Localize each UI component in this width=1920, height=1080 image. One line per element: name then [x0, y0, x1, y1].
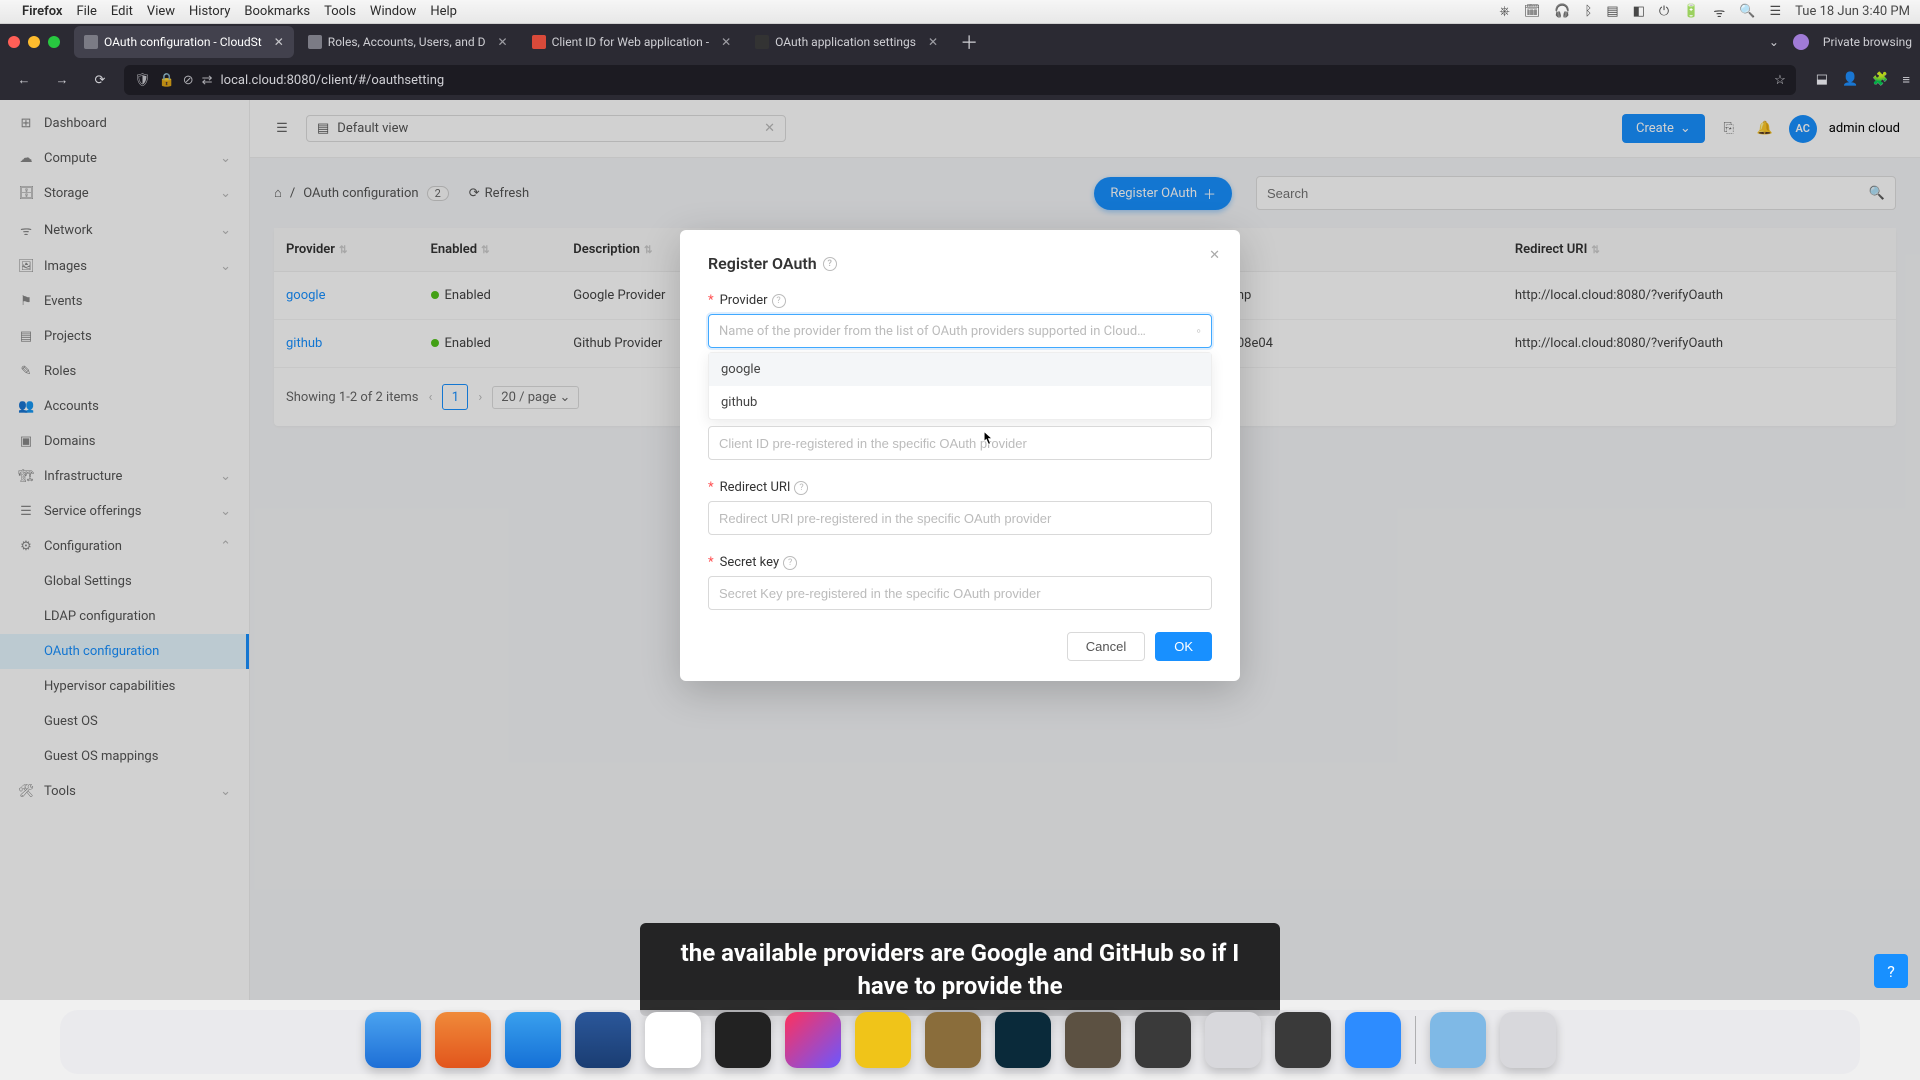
url-text: local.cloud:8080/client/#/oauthsetting [221, 73, 445, 88]
register-oauth-modal: Register OAuth ? ✕ *Provider? Name of th… [680, 230, 1240, 681]
dock-app-word[interactable] [575, 1012, 631, 1068]
dock-app-slack[interactable] [645, 1012, 701, 1068]
cancel-button[interactable]: Cancel [1067, 632, 1145, 661]
ok-button[interactable]: OK [1155, 632, 1212, 661]
status-icon[interactable]: ▤ [1606, 4, 1618, 19]
tab-overflow-icon[interactable]: ⌄ [1769, 35, 1779, 49]
info-icon[interactable]: ? [823, 257, 837, 271]
clear-icon[interactable]: ◦ [1196, 323, 1201, 339]
browser-tab[interactable]: Roles, Accounts, Users, and D ✕ [298, 26, 518, 58]
private-mask-icon [1793, 34, 1809, 50]
dock-app[interactable] [435, 1012, 491, 1068]
dock-downloads[interactable] [1430, 1012, 1486, 1068]
browser-tab[interactable]: OAuth application settings ✕ [745, 26, 948, 58]
search-icon[interactable]: 🔍 [1739, 4, 1755, 19]
menu-tools[interactable]: Tools [324, 4, 356, 19]
tab-label: OAuth configuration - CloudSt [104, 35, 262, 49]
menu-view[interactable]: View [147, 4, 175, 19]
bookmark-star-icon[interactable]: ☆ [1774, 73, 1786, 88]
dock-app-zoom[interactable] [1345, 1012, 1401, 1068]
status-icon[interactable]: 🎧 [1554, 4, 1570, 19]
dock-separator [1415, 1016, 1416, 1064]
provider-dropdown: google github [708, 352, 1212, 420]
menu-history[interactable]: History [189, 4, 230, 19]
browser-toolbar: ← → ⟳ 🛡 🔒 ⊘ ⇄ local.cloud:8080/client/#/… [0, 60, 1920, 100]
browser-tab[interactable]: Client ID for Web application - ✕ [522, 26, 742, 58]
menu-window[interactable]: Window [370, 4, 416, 19]
dock-app[interactable] [995, 1012, 1051, 1068]
menu-bookmarks[interactable]: Bookmarks [244, 4, 310, 19]
private-browsing-label: Private browsing [1823, 35, 1912, 49]
status-icon[interactable]: ◧ [1633, 4, 1645, 19]
menu-help[interactable]: Help [430, 4, 457, 19]
close-icon[interactable]: ✕ [721, 35, 731, 49]
permission-icon[interactable]: ⊘ [183, 73, 194, 88]
new-tab-button[interactable]: ＋ [960, 29, 978, 55]
app-menu-icon[interactable]: ≡ [1902, 72, 1910, 88]
modal-overlay[interactable]: Register OAuth ? ✕ *Provider? Name of th… [0, 100, 1920, 1000]
dock-app-intellij[interactable] [785, 1012, 841, 1068]
provider-select[interactable]: Name of the provider from the list of OA… [708, 314, 1212, 348]
field-label-provider: *Provider? [708, 293, 1212, 308]
extensions-icon[interactable]: 🧩 [1872, 72, 1888, 88]
tab-label: Roles, Accounts, Users, and D [328, 35, 486, 49]
menubar-app-name[interactable]: Firefox [22, 4, 63, 19]
tab-label: Client ID for Web application - [552, 35, 710, 49]
field-label-redirect: *Redirect URI? [708, 480, 1212, 495]
dock-trash[interactable] [1500, 1012, 1556, 1068]
battery-icon[interactable]: 🔋 [1683, 4, 1699, 19]
close-icon[interactable]: ✕ [274, 35, 284, 49]
control-center-icon[interactable]: ☰ [1769, 4, 1781, 19]
close-icon[interactable]: ✕ [498, 35, 508, 49]
clientid-input[interactable] [708, 426, 1212, 460]
dock-app[interactable] [1135, 1012, 1191, 1068]
close-icon[interactable]: ✕ [1209, 248, 1220, 263]
dock-app-terminal[interactable] [715, 1012, 771, 1068]
field-label-secret: *Secret key? [708, 555, 1212, 570]
dock-app[interactable] [1205, 1012, 1261, 1068]
macos-menubar: Firefox File Edit View History Bookmarks… [0, 0, 1920, 24]
secret-input[interactable] [708, 576, 1212, 610]
dropdown-option-google[interactable]: google [709, 353, 1211, 386]
dock-app[interactable] [855, 1012, 911, 1068]
help-button[interactable]: ? [1874, 954, 1908, 988]
wifi-icon[interactable]: ᯤ [1713, 3, 1725, 21]
forward-button[interactable]: → [48, 72, 76, 88]
redirect-input[interactable] [708, 501, 1212, 535]
account-icon[interactable]: 👤 [1842, 72, 1858, 88]
status-icon[interactable]: ⏻ [1659, 4, 1669, 19]
dock-app[interactable] [1065, 1012, 1121, 1068]
menu-file[interactable]: File [77, 4, 97, 19]
menubar-clock[interactable]: Tue 18 Jun 3:40 PM [1795, 4, 1910, 19]
select-placeholder: Name of the provider from the list of OA… [719, 324, 1146, 339]
reload-button[interactable]: ⟳ [86, 73, 114, 88]
shield-icon[interactable]: 🛡 [134, 73, 151, 88]
downloads-icon[interactable]: ⬓ [1816, 72, 1828, 88]
browser-tab[interactable]: OAuth configuration - CloudSt ✕ [74, 26, 294, 58]
info-icon[interactable]: ? [783, 556, 797, 570]
status-icon[interactable]: ⎈ [1499, 4, 1509, 19]
info-icon[interactable]: ? [794, 481, 808, 495]
address-bar[interactable]: 🛡 🔒 ⊘ ⇄ local.cloud:8080/client/#/oauths… [124, 65, 1796, 95]
bluetooth-icon[interactable]: ᛒ [1585, 4, 1593, 19]
tab-label: OAuth application settings [775, 35, 916, 49]
close-icon[interactable]: ✕ [928, 35, 938, 49]
lock-icon[interactable]: 🔒 [159, 73, 175, 88]
modal-title: Register OAuth ? [708, 254, 1212, 273]
info-icon[interactable]: ? [772, 294, 786, 308]
back-button[interactable]: ← [10, 72, 38, 88]
connection-icon[interactable]: ⇄ [202, 73, 213, 88]
browser-tab-strip: OAuth configuration - CloudSt ✕ Roles, Ac… [0, 24, 1920, 60]
dock-app-appstore[interactable] [505, 1012, 561, 1068]
macos-dock [0, 1000, 1920, 1080]
dock-app[interactable] [1275, 1012, 1331, 1068]
menu-edit[interactable]: Edit [111, 4, 133, 19]
dock-app-finder[interactable] [365, 1012, 421, 1068]
dropdown-option-github[interactable]: github [709, 386, 1211, 419]
status-icon[interactable]: 🗓 [1524, 4, 1541, 19]
dock-app[interactable] [925, 1012, 981, 1068]
window-controls[interactable] [8, 36, 60, 48]
